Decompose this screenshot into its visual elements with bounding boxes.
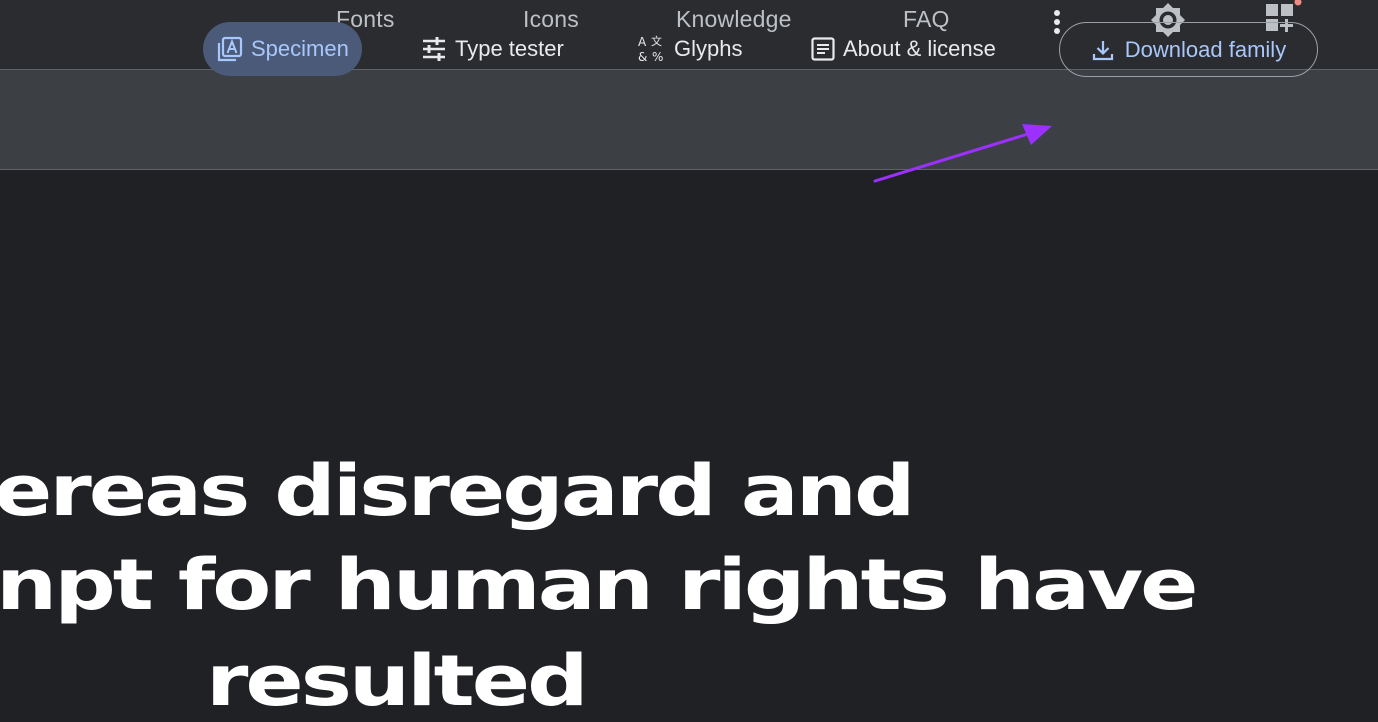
svg-text:A: A bbox=[638, 35, 647, 49]
tab-about-license[interactable]: About & license bbox=[811, 22, 996, 76]
svg-text:%: % bbox=[652, 50, 663, 64]
specimen-icon bbox=[217, 36, 243, 62]
article-icon bbox=[811, 37, 835, 61]
tab-specimen[interactable]: Specimen bbox=[203, 22, 362, 76]
translate-icon: A 文 & % bbox=[638, 34, 663, 64]
tab-specimen-label: Specimen bbox=[251, 36, 349, 61]
tab-about-license-label: About & license bbox=[843, 36, 996, 61]
tab-type-tester-label: Type tester bbox=[455, 36, 564, 61]
tab-glyphs-label: Glyphs bbox=[674, 36, 743, 61]
font-toolbar bbox=[0, 70, 1378, 170]
svg-text:&: & bbox=[638, 50, 647, 64]
tab-glyphs[interactable]: A 文 & % Glyphs bbox=[638, 22, 742, 76]
specimen-line-1: ereas disregard and bbox=[0, 450, 916, 533]
download-icon bbox=[1092, 40, 1113, 60]
download-family-label: Download family bbox=[1124, 36, 1287, 62]
specimen-line-2: npt for human rights have bbox=[0, 544, 1199, 627]
tab-type-tester[interactable]: Type tester bbox=[421, 22, 564, 76]
svg-text:文: 文 bbox=[651, 34, 662, 48]
download-family-button[interactable]: Download family bbox=[1059, 22, 1318, 77]
tune-icon bbox=[423, 37, 445, 61]
specimen-line-3: resulted bbox=[206, 640, 589, 722]
